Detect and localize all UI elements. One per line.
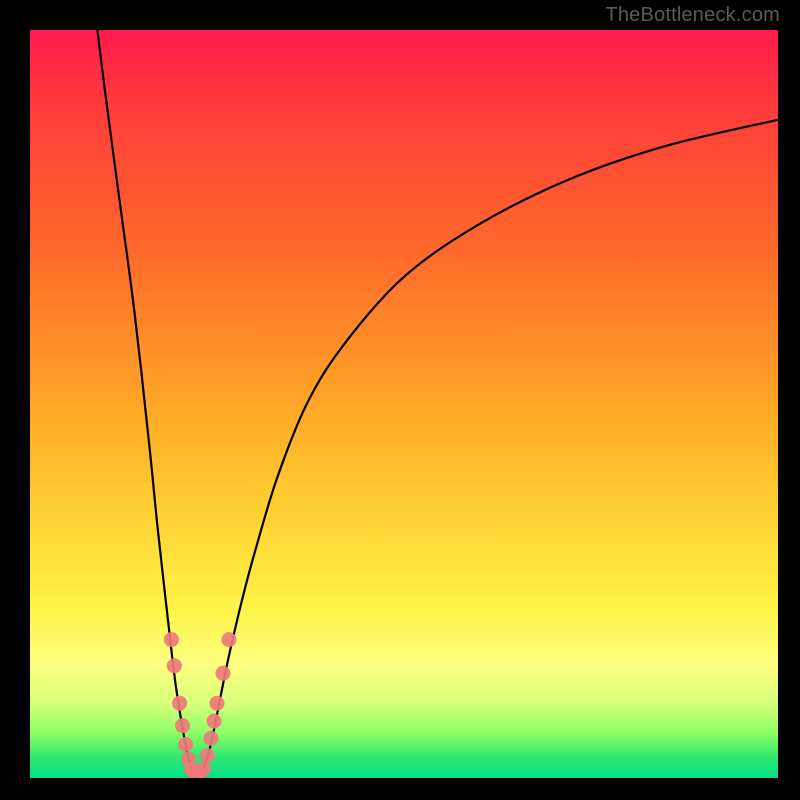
watermark-text: TheBottleneck.com	[605, 4, 780, 27]
chart-frame: TheBottleneck.com	[0, 0, 800, 800]
data-point	[196, 762, 211, 777]
data-point	[172, 696, 187, 711]
data-point	[215, 666, 230, 681]
data-point	[164, 632, 179, 647]
data-point	[221, 632, 236, 647]
data-point	[204, 731, 219, 746]
data-points-group	[164, 632, 237, 778]
data-point	[175, 718, 190, 733]
curve-left-branch	[97, 30, 191, 769]
data-point	[210, 696, 225, 711]
curve-right-branch	[204, 120, 778, 769]
curve-group	[97, 30, 778, 774]
chart-svg	[30, 30, 778, 778]
data-point	[207, 714, 222, 729]
data-point	[200, 748, 215, 763]
data-point	[178, 737, 193, 752]
data-point	[167, 658, 182, 673]
plot-area	[30, 30, 778, 778]
